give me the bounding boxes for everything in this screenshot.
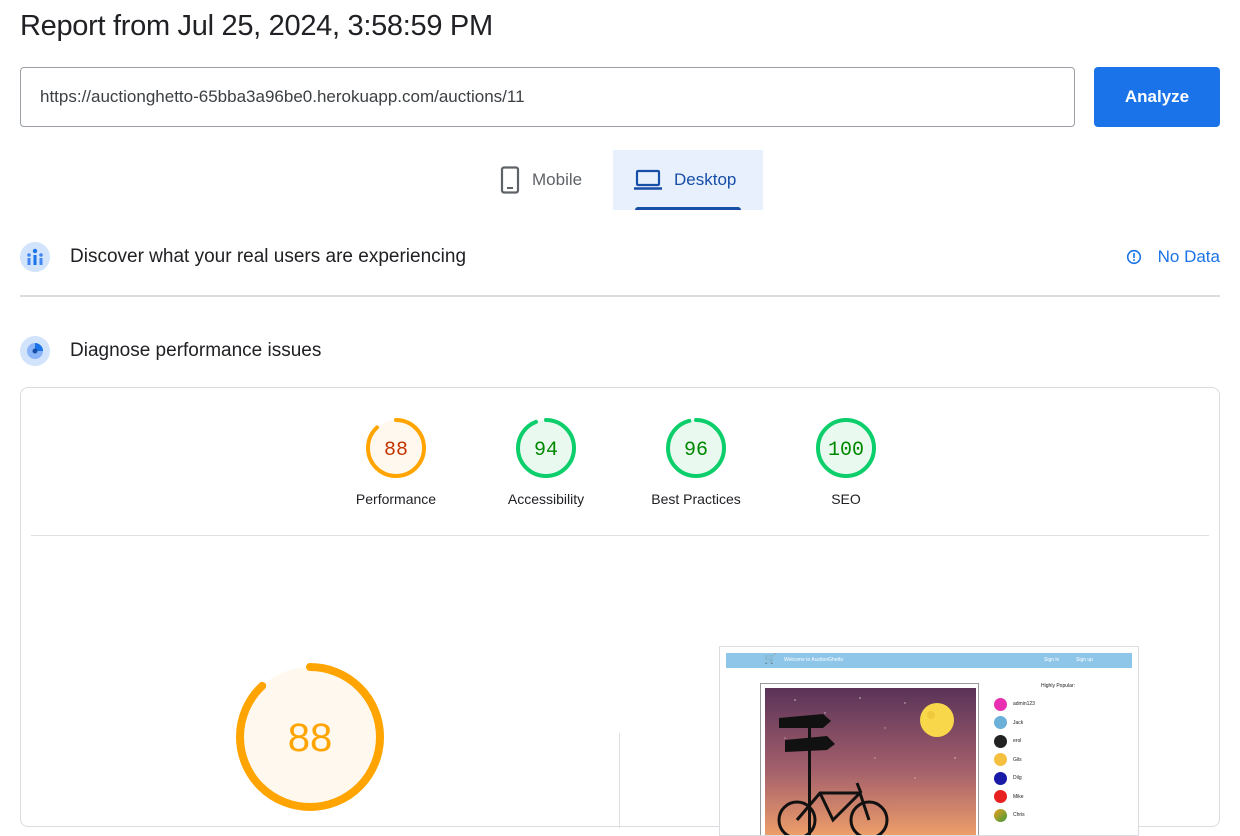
laptop-icon <box>634 169 662 191</box>
screenshot-avatar <box>994 716 1007 730</box>
final-screenshot: 🛒 Welcome to AuctionGhetto Sign in Sign … <box>719 646 1139 836</box>
card-divider <box>31 535 1209 536</box>
screenshot-sidebar-title: Highly Popular: <box>1041 683 1075 689</box>
no-data-label: No Data <box>1157 247 1220 266</box>
radar-icon <box>20 336 50 366</box>
screenshot-signup: Sign up <box>1076 657 1093 663</box>
score-label: Accessibility <box>507 491 585 507</box>
score-performance[interactable]: 88 Performance <box>336 417 456 507</box>
analyze-button[interactable]: Analyze <box>1094 67 1220 127</box>
vertical-divider <box>619 733 620 828</box>
screenshot-user-row: Gils <box>994 751 1035 770</box>
phone-icon <box>500 166 520 194</box>
users-chart-icon <box>20 242 50 272</box>
score-label: Performance <box>355 491 437 507</box>
screenshot-username: Dilg <box>1013 775 1022 782</box>
tab-desktop[interactable]: Desktop <box>613 150 763 210</box>
section-divider <box>20 295 1220 297</box>
gauge-performance: 88 <box>366 418 426 478</box>
screenshot-username: Gils <box>1013 756 1022 763</box>
info-icon <box>1126 249 1142 265</box>
screenshot-user-row: admin123 <box>994 695 1035 714</box>
screenshot-avatar <box>994 734 1007 748</box>
score-value: 100 <box>828 439 864 462</box>
score-best-practices[interactable]: 96 Best Practices <box>636 417 756 507</box>
screenshot-user-row: Dilg <box>994 769 1035 788</box>
screenshot-avatar <box>994 697 1007 711</box>
screenshot-cart-icon: 🛒 <box>764 654 777 665</box>
screenshot-avatar <box>994 753 1007 767</box>
screenshot-avatar <box>994 790 1007 804</box>
screenshot-user-row: Chris <box>994 806 1035 825</box>
gauge-accessibility: 94 <box>516 418 576 478</box>
screenshot-user-row: Jack <box>994 714 1035 733</box>
score-label: Best Practices <box>651 491 741 507</box>
screenshot-brand: Welcome to AuctionGhetto <box>784 657 844 663</box>
gauge-best-practices: 96 <box>666 418 726 478</box>
screenshot-user-row: Mike <box>994 788 1035 807</box>
diagnose-section-header: Diagnose performance issues <box>20 331 1220 371</box>
screenshot-avatar <box>994 808 1007 822</box>
crux-section-header: Discover what your real users are experi… <box>20 237 1220 277</box>
screenshot-username: erol <box>1013 738 1022 745</box>
tab-mobile[interactable]: Mobile <box>486 150 612 210</box>
screenshot-username: Jack <box>1013 719 1024 726</box>
no-data-link[interactable]: No Data <box>1126 247 1220 267</box>
tab-desktop-label: Desktop <box>674 170 737 189</box>
score-value: 96 <box>684 439 708 462</box>
tab-mobile-label: Mobile <box>532 170 583 189</box>
screenshot-username: admin123 <box>1013 701 1035 708</box>
score-accessibility[interactable]: 94 Accessibility <box>486 417 606 507</box>
screenshot-navbar: 🛒 Welcome to AuctionGhetto Sign in Sign … <box>726 653 1132 668</box>
page-title: Report from Jul 25, 2024, 3:58:59 PM <box>20 10 493 42</box>
url-input[interactable] <box>20 67 1075 127</box>
screenshot-user-row: erol <box>994 732 1035 751</box>
score-value: 94 <box>534 439 558 462</box>
score-label: SEO <box>831 491 861 507</box>
diagnose-title: Diagnose performance issues <box>70 340 322 361</box>
big-score-value: 88 <box>288 716 333 760</box>
crux-title: Discover what your real users are experi… <box>70 246 467 267</box>
screenshot-username: Mike <box>1013 793 1024 800</box>
performance-big-gauge: 88 <box>236 663 384 811</box>
score-value: 88 <box>384 439 408 462</box>
screenshot-signin: Sign in <box>1044 657 1060 663</box>
tab-active-indicator <box>635 207 741 210</box>
screenshot-avatar <box>994 771 1007 785</box>
screenshot-username: Chris <box>1013 812 1025 819</box>
score-seo[interactable]: 100 SEO <box>786 417 906 507</box>
lighthouse-report-card: 88 Performance 94 Accessibility 96 Best … <box>20 387 1220 836</box>
gauge-seo: 100 <box>816 418 876 478</box>
screenshot-auction-image <box>760 683 979 835</box>
